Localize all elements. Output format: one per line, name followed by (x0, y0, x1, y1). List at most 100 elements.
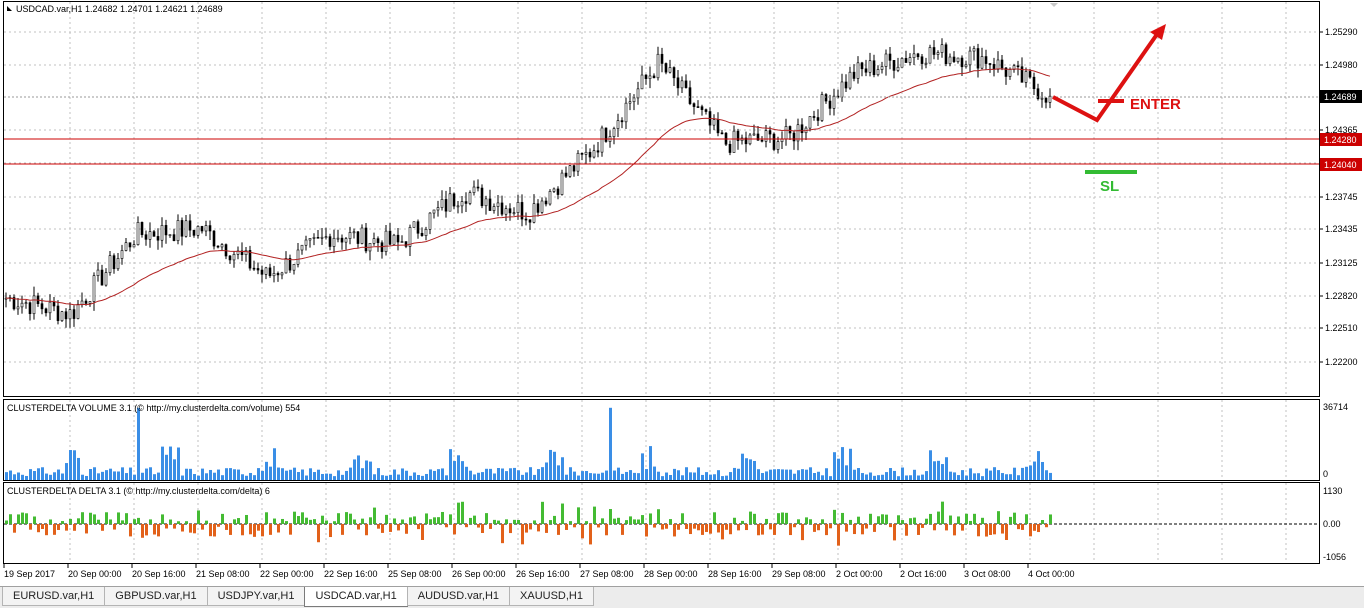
volume-bar (865, 474, 868, 480)
volume-bar (585, 471, 588, 480)
volume-bar (233, 469, 236, 480)
delta-bar (369, 517, 372, 524)
volume-bar (789, 469, 792, 480)
volume-bar (201, 468, 204, 480)
delta-bar (849, 519, 852, 524)
delta-bar (113, 524, 116, 530)
delta-axis-top: 1130 (1323, 486, 1342, 496)
volume-bar (205, 473, 208, 480)
volume-bar (181, 475, 184, 480)
volume-bar (845, 465, 848, 480)
delta-bar (389, 524, 392, 532)
delta-bar (253, 524, 256, 537)
delta-bar (357, 524, 360, 530)
delta-bar (769, 524, 772, 530)
candle (928, 44, 932, 64)
volume-bar (1037, 451, 1040, 480)
volume-bar (193, 474, 196, 480)
delta-bar (453, 524, 456, 535)
delta-bar (549, 520, 552, 524)
tab-usdcad[interactable]: USDCAD.var,H1 (304, 587, 408, 607)
delta-bar (381, 524, 384, 533)
time-tick-label: 27 Sep 08:00 (580, 569, 634, 579)
delta-bar (345, 512, 348, 524)
volume-bar (465, 466, 468, 480)
price-tick-label: 1.23435 (1325, 224, 1358, 234)
candle (568, 164, 572, 178)
delta-bar (957, 516, 960, 524)
delta-bar (197, 510, 200, 524)
tab-usdjpy[interactable]: USDJPY.var,H1 (206, 587, 306, 606)
delta-bar (181, 524, 184, 532)
tab-gbpusd[interactable]: GBPUSD.var,H1 (104, 587, 208, 606)
delta-bar (1005, 524, 1008, 540)
volume-bar (33, 470, 36, 480)
volume-bar (405, 470, 408, 480)
volume-bar (265, 461, 268, 480)
delta-bar (909, 518, 912, 524)
volume-bar (673, 468, 676, 480)
volume-bar (901, 467, 904, 480)
delta-bar (565, 524, 568, 530)
delta-bar (749, 511, 752, 524)
volume-bar (489, 468, 492, 480)
volume-bar (305, 475, 308, 480)
time-tick-label: 2 Oct 16:00 (900, 569, 947, 579)
delta-bar (405, 524, 408, 534)
volume-bar (413, 472, 416, 480)
delta-bar (961, 524, 964, 531)
volume-bar (285, 470, 288, 480)
candle (600, 125, 604, 157)
delta-bar (985, 524, 988, 537)
delta-bar (289, 524, 292, 535)
delta-bar (1033, 524, 1036, 531)
price-tick-label: 1.24980 (1325, 60, 1358, 70)
delta-bar (193, 524, 196, 534)
delta-bar (425, 513, 428, 524)
volume-bar (81, 474, 84, 480)
delta-bar (461, 501, 464, 524)
delta-bar (5, 520, 8, 524)
delta-bar (497, 520, 500, 524)
volume-bar (897, 476, 900, 480)
volume-bar (333, 476, 336, 480)
volume-bar (601, 472, 604, 480)
delta-bar (729, 524, 732, 535)
volume-bar (825, 468, 828, 480)
delta-bar (105, 512, 108, 524)
volume-bar (485, 468, 488, 480)
tab-xauusd[interactable]: XAUUSD,H1 (509, 587, 594, 606)
volume-bar (701, 474, 704, 480)
volume-bar (321, 473, 324, 480)
delta-bar (25, 513, 28, 524)
volume-bar (993, 467, 996, 480)
chart-canvas[interactable]: ENTER SL USDCAD.var,H1 1.24682 1.24701 1… (0, 0, 1364, 586)
delta-bar (229, 524, 232, 535)
candle (412, 221, 416, 228)
volume-bar (61, 473, 64, 480)
delta-bar (641, 515, 644, 524)
time-tick-label: 3 Oct 08:00 (964, 569, 1011, 579)
delta-bar (401, 519, 404, 524)
delta-bar (1041, 520, 1044, 524)
volume-bar (29, 469, 32, 480)
delta-bar (653, 524, 656, 528)
delta-bar (417, 524, 420, 530)
tab-eurusd[interactable]: EURUSD.var,H1 (2, 587, 106, 606)
volume-bar (393, 469, 396, 480)
volume-bar (805, 469, 808, 480)
delta-bar (605, 524, 608, 536)
volume-bar (21, 474, 24, 480)
delta-bar (337, 513, 340, 524)
volume-bar (217, 469, 220, 480)
delta-bar (121, 520, 124, 524)
delta-bar (585, 521, 588, 524)
volume-bar (881, 474, 884, 480)
delta-bar (569, 521, 572, 524)
tab-audusd[interactable]: AUDUSD.var,H1 (406, 587, 511, 606)
volume-bar (53, 472, 56, 480)
enter-label: ENTER (1130, 96, 1181, 113)
volume-bar (989, 470, 992, 480)
delta-bar (117, 512, 120, 524)
volume-bar (977, 473, 980, 480)
